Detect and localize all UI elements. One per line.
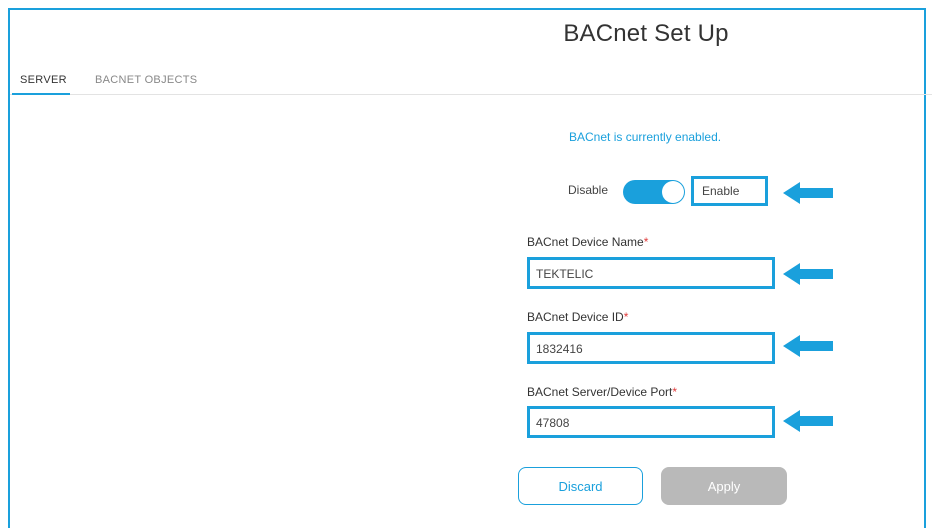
tab-bacnet-objects-label: BACNET OBJECTS — [95, 74, 198, 86]
required-mark: * — [672, 385, 678, 399]
toggle-off-label: Disable — [568, 183, 609, 197]
left-arrow-icon — [783, 182, 833, 204]
required-mark: * — [623, 310, 629, 324]
left-arrow-icon — [783, 335, 833, 357]
tab-server[interactable]: SERVER — [12, 74, 70, 95]
toggle-knob — [662, 181, 684, 203]
tab-bacnet-objects[interactable]: BACNET OBJECTS — [95, 74, 197, 86]
tab-server-label: SERVER — [20, 74, 67, 86]
page-title: BACnet Set Up — [563, 20, 729, 47]
toggle-on-label: Enable — [702, 184, 740, 198]
device-id-field-box — [527, 332, 775, 364]
enable-toggle-switch[interactable] — [623, 180, 685, 204]
device-name-field-box — [527, 257, 775, 289]
port-input[interactable] — [536, 415, 766, 431]
device-name-label-text: BACnet Device Name — [527, 235, 644, 249]
port-label: BACnet Server/Device Port* — [527, 385, 677, 399]
left-arrow-icon — [783, 410, 833, 432]
left-arrow-icon — [783, 263, 833, 285]
device-id-label: BACnet Device ID* — [527, 310, 628, 324]
apply-button[interactable]: Apply — [661, 467, 787, 505]
device-name-label: BACnet Device Name* — [527, 235, 648, 249]
enable-highlight-box: Enable — [691, 176, 768, 206]
port-label-text: BACnet Server/Device Port — [527, 385, 673, 399]
device-id-input[interactable] — [536, 341, 766, 357]
device-name-input[interactable] — [536, 266, 766, 282]
tab-bar: SERVER BACNET OBJECTS — [10, 64, 932, 95]
required-mark: * — [643, 235, 649, 249]
active-tab-indicator — [12, 93, 70, 95]
port-field-box — [527, 406, 775, 438]
discard-button[interactable]: Discard — [518, 467, 643, 505]
status-message: BACnet is currently enabled. — [569, 130, 722, 144]
device-id-label-text: BACnet Device ID — [527, 310, 624, 324]
